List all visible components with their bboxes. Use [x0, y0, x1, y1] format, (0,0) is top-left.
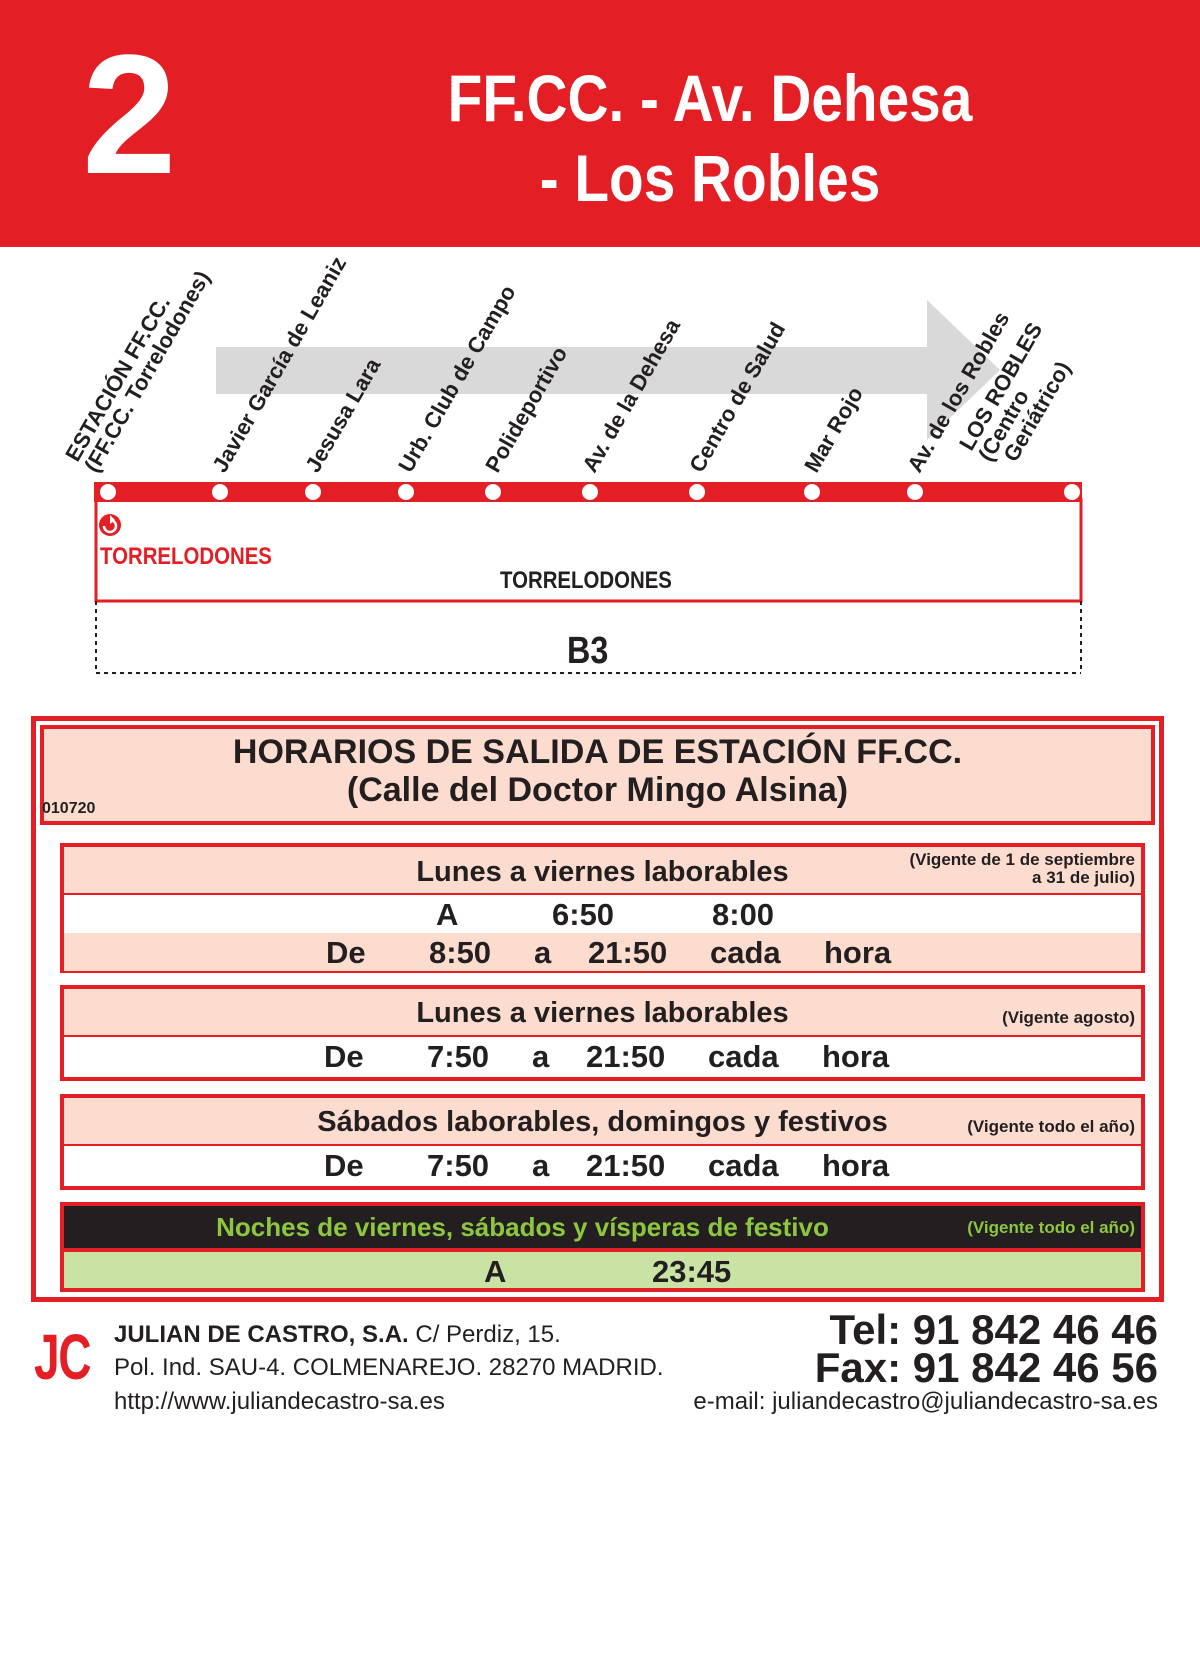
departure-time: 8:00	[712, 897, 775, 932]
de-label: De	[324, 1148, 364, 1183]
de-label: De	[324, 1039, 364, 1074]
block-validity-note: (Vigente de 1 de septiembre a 31 de juli…	[909, 850, 1135, 887]
company-fax: Fax: 91 842 46 56	[814, 1344, 1158, 1391]
hora-label: hora	[822, 1148, 890, 1183]
schedule-row: De 7:50 a 21:50 cada hora	[64, 1037, 1141, 1075]
zone-label-black: TORRELODONES	[500, 567, 672, 594]
stop-dot	[689, 484, 705, 500]
stop-dot	[804, 484, 820, 500]
stop-dot	[582, 484, 598, 500]
schedule-row: A 6:50 8:00	[64, 895, 1141, 933]
company-address-line2: Pol. Ind. SAU-4. COLMENAREJO. 28270 MADR…	[114, 1354, 664, 1381]
departure-time: 23:45	[652, 1254, 732, 1289]
start-time: 7:50	[427, 1039, 490, 1074]
cada-label: cada	[708, 1148, 779, 1183]
block-validity-note: (Vigente agosto)	[1002, 1008, 1135, 1027]
from-label: A	[436, 897, 459, 932]
fare-zone-label: B3	[567, 630, 609, 672]
schedule-row: De 8:50 a 21:50 cada hora	[64, 933, 1141, 971]
block-validity-note: (Vigente todo el año)	[967, 1117, 1135, 1136]
schedule-block-august: Lunes a viernes laborables (Vigente agos…	[60, 985, 1145, 1081]
company-email-link[interactable]: e-mail: juliandecastro@juliandecastro-sa…	[693, 1388, 1158, 1416]
company-name: JULIAN DE CASTRO, S.A.	[114, 1321, 409, 1348]
end-time: 21:50	[588, 935, 668, 970]
company-logo: JC	[34, 1321, 91, 1393]
stop-dot	[1064, 484, 1080, 500]
company-street: C/ Perdiz, 15.	[408, 1321, 561, 1348]
start-time: 8:50	[429, 935, 492, 970]
block-header: Noches de viernes, sábados y vísperas de…	[64, 1206, 1141, 1252]
company-address-line1: JULIAN DE CASTRO, S.A. C/ Perdiz, 15.	[114, 1321, 561, 1349]
hora-label: hora	[824, 935, 892, 970]
circular-route-icon	[99, 514, 121, 536]
company-website-link[interactable]: http://www.juliandecastro-sa.es	[114, 1388, 445, 1416]
a-label: a	[532, 1039, 550, 1074]
block-title: Lunes a viernes laborables	[416, 997, 789, 1029]
stop-dot	[398, 484, 414, 500]
de-label: De	[326, 935, 366, 970]
end-time: 21:50	[586, 1148, 666, 1183]
block-header: Sábados laborables, domingos y festivos …	[64, 1098, 1141, 1147]
schedule-subtitle: (Calle del Doctor Mingo Alsina)	[346, 771, 849, 809]
end-time: 21:50	[586, 1039, 666, 1074]
stop-dot	[305, 484, 321, 500]
start-time: 7:50	[427, 1148, 490, 1183]
schedule-block-weekdays: Lunes a viernes laborables (Vigente de 1…	[60, 843, 1145, 973]
block-header: Lunes a viernes laborables (Vigente agos…	[64, 989, 1141, 1038]
stop-dot	[485, 484, 501, 500]
zone-label-red: TORRELODONES	[100, 543, 272, 570]
block-validity-note: (Vigente todo el año)	[967, 1218, 1135, 1237]
schedule-title: HORARIOS DE SALIDA DE ESTACIÓN FF.CC.	[232, 733, 963, 771]
stop-dot	[907, 484, 923, 500]
schedule-row: De 7:50 a 21:50 cada hora	[64, 1146, 1141, 1184]
cada-label: cada	[708, 1039, 779, 1074]
stop-dot	[212, 484, 228, 500]
schedule-block-night: Noches de viernes, sábados y vísperas de…	[60, 1202, 1145, 1292]
block-header: Lunes a viernes laborables (Vigente de 1…	[64, 847, 1141, 896]
departure-time: 6:50	[552, 897, 615, 932]
hora-label: hora	[822, 1039, 890, 1074]
from-label: A	[484, 1254, 507, 1289]
schedule-title-block: HORARIOS DE SALIDA DE ESTACIÓN FF.CC. (C…	[40, 733, 1155, 809]
cada-label: cada	[710, 935, 781, 970]
a-label: a	[532, 1148, 550, 1183]
schedule-block-weekends: Sábados laborables, domingos y festivos …	[60, 1094, 1145, 1190]
a-label: a	[534, 935, 552, 970]
schedule-row: A 23:45	[64, 1252, 1141, 1290]
document-code: 010720	[42, 800, 96, 817]
stop-dot	[100, 484, 116, 500]
